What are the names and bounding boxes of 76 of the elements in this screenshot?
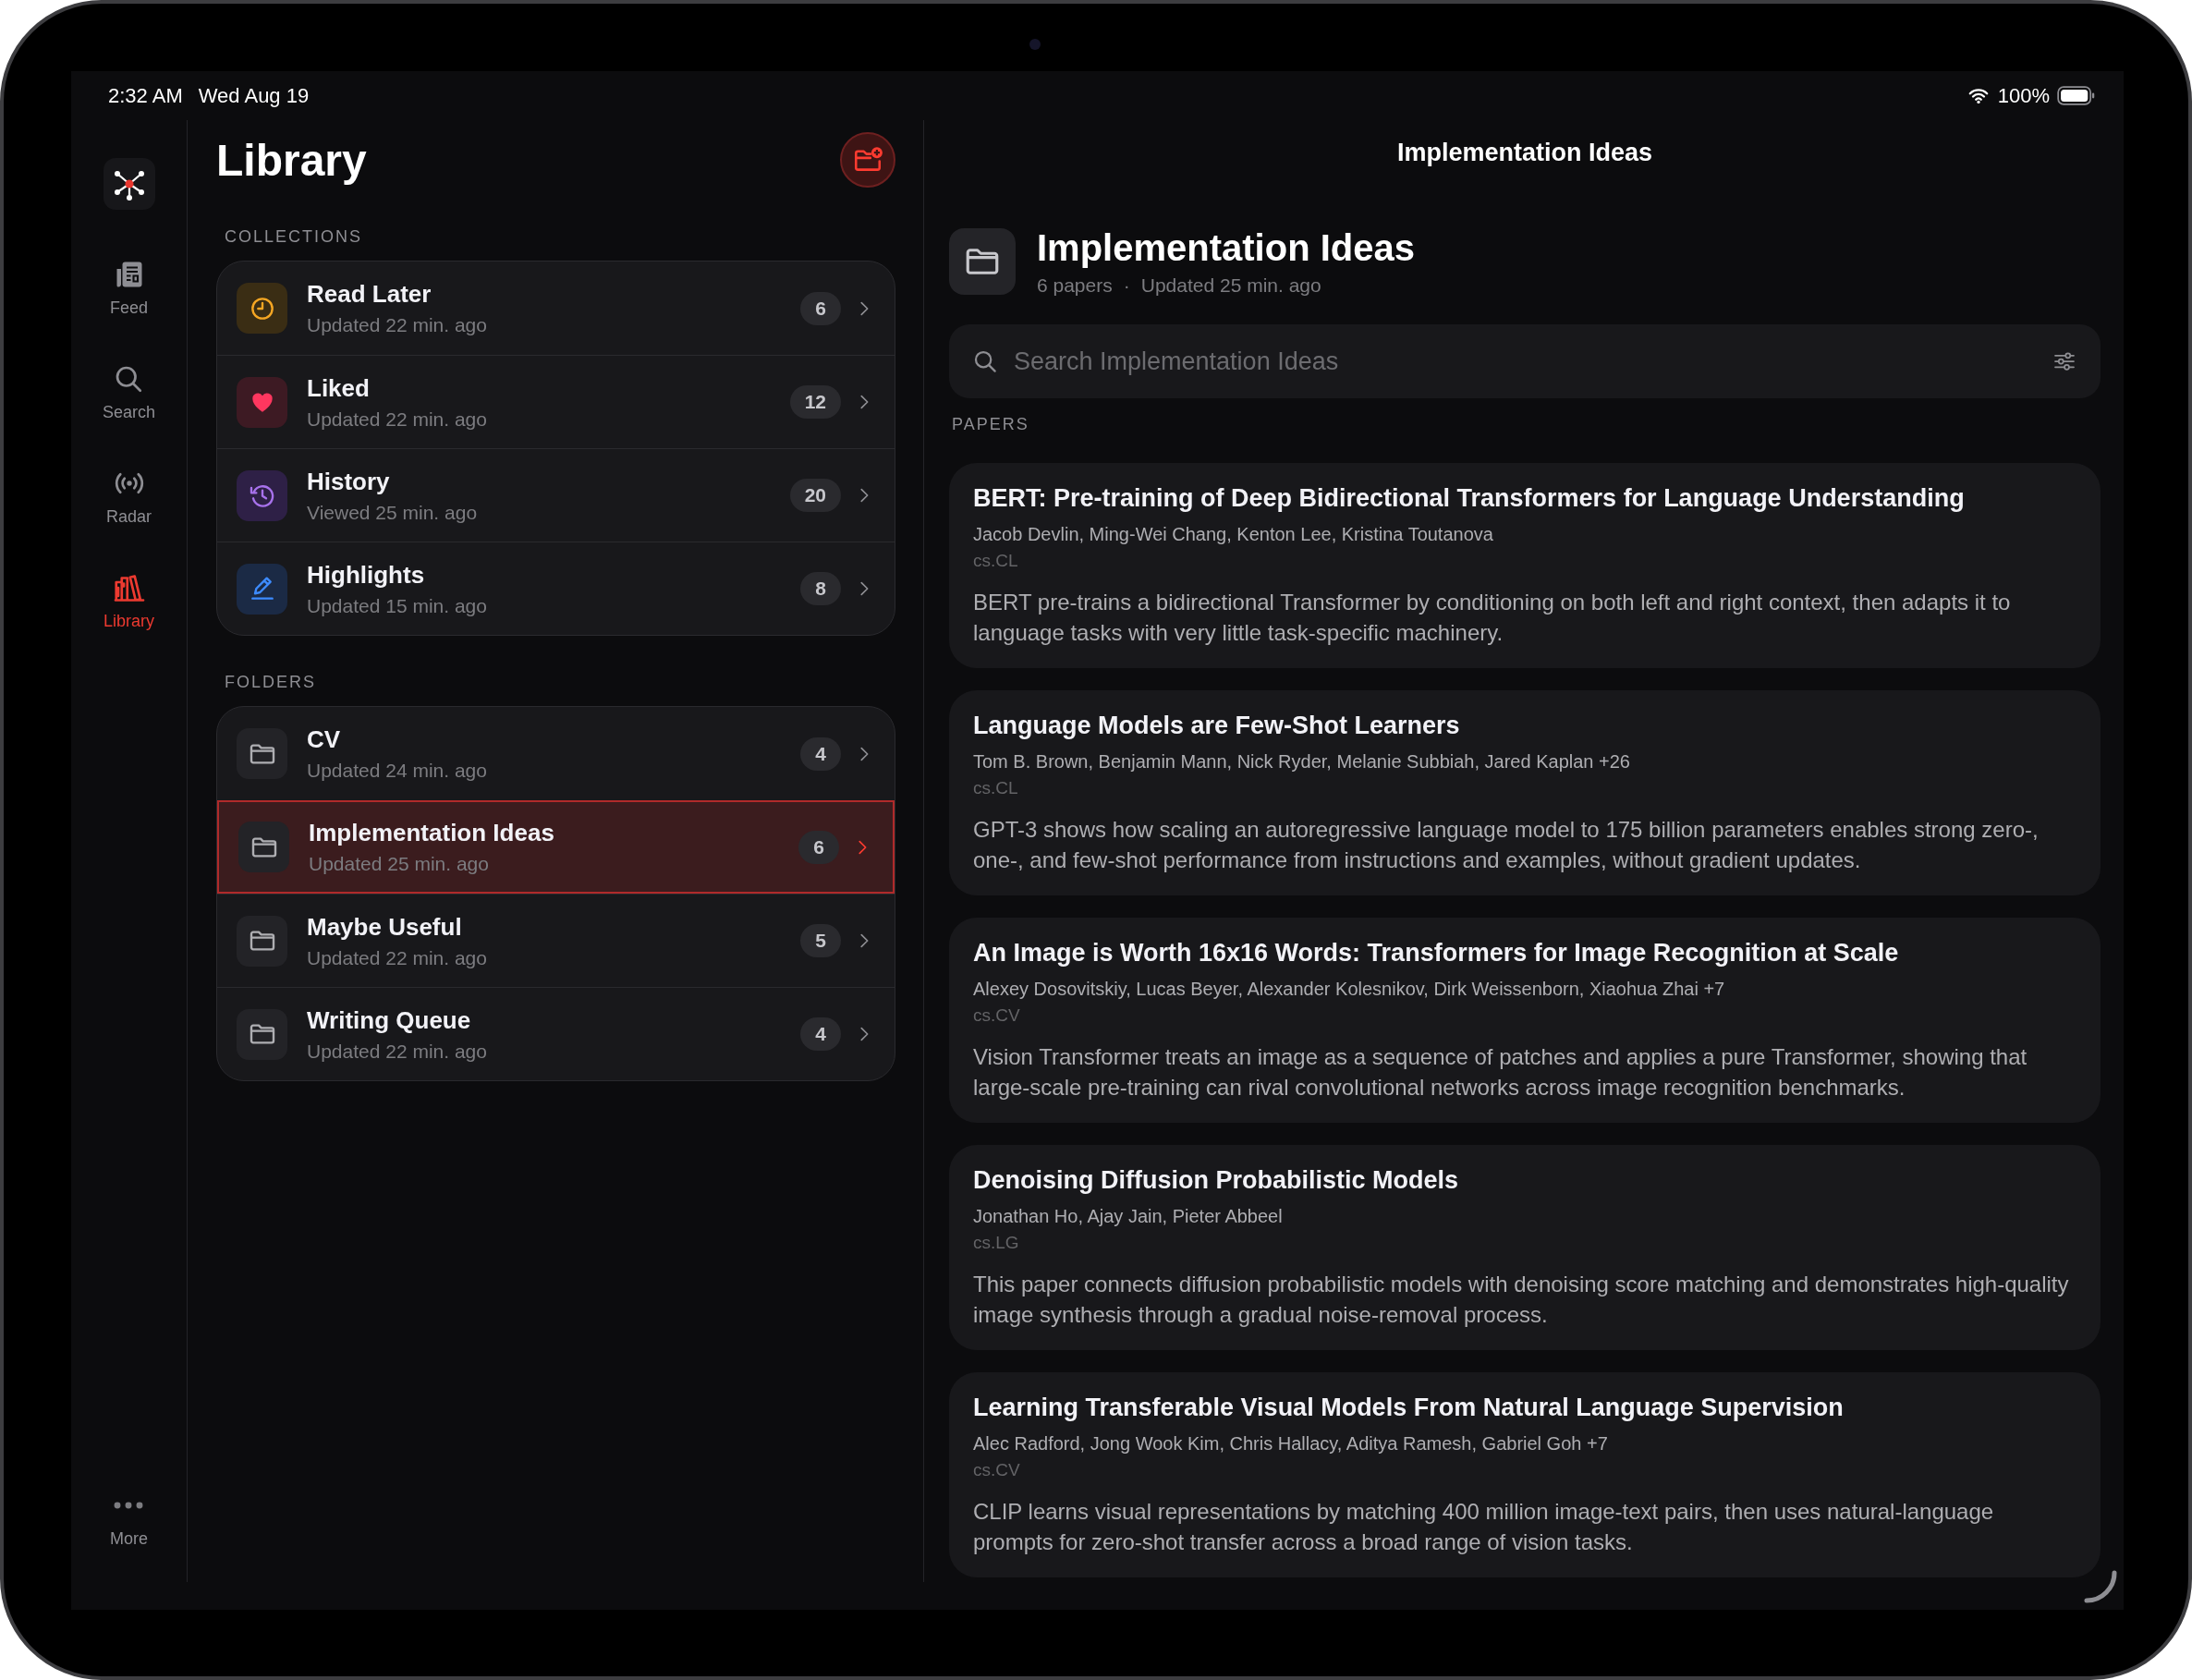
paper-authors: Tom B. Brown, Benjamin Mann, Nick Ryder, Melanie Subbiah, Jared Kaplan +26 (973, 750, 1631, 773)
paper-category: cs.CL (973, 550, 1019, 572)
paper-authors: Alec Radford, Jong Wook Kim, Chris Hallacy, Aditya Ramesh, Gabriel Goh +7 (973, 1432, 1609, 1455)
rail-tab[interactable]: Search (102, 340, 155, 444)
row-subtitle: Updated 25 min. ago (309, 853, 490, 875)
folder-title: Implementation Ideas (1037, 226, 1415, 269)
list-row[interactable]: Highlights Updated 15 min. ago 8 (217, 542, 895, 635)
new-folder-button[interactable] (840, 132, 895, 188)
row-title: Writing Queue (307, 1005, 472, 1035)
paper-title: Learning Transferable Visual Models From Natural Language Supervision (973, 1393, 1845, 1423)
rail-tab[interactable]: Radar (106, 444, 152, 549)
count-badge: 8 (800, 572, 841, 605)
paper-authors: Jonathan Ho, Ajay Jain, Pieter Abbeel (973, 1205, 1284, 1228)
more-icon (114, 1502, 144, 1509)
list-row[interactable]: History Viewed 25 min. ago 20 (217, 448, 895, 542)
count-badge: 12 (789, 385, 841, 419)
paper-abstract: Vision Transformer treats an image as a sequence of patches and applies a pure Transformer, showing that large-scale pre-training can rival convolutional networks across image recognition benchmarks. (973, 1043, 2028, 1102)
separator: · (1123, 274, 1130, 297)
row-title: History (307, 467, 391, 496)
section-header: COLLECTIONS (225, 227, 364, 246)
paper-abstract: BERT pre-trains a bidirectional Transformer by conditioning on both left and right context, then adapts it to language tasks with very little task-specific machinery. (973, 589, 2012, 647)
search-bar[interactable]: Search Implementation Ideas (949, 324, 2101, 398)
count-badge: 4 (800, 1017, 841, 1051)
paper-category: cs.LG (973, 1232, 1020, 1254)
battery-percent: 100% (1997, 83, 2050, 108)
battery-icon (2057, 86, 2096, 105)
row-title: Read Later (307, 280, 432, 309)
paper-abstract: This paper connects diffusion probabilistic models with denoising score matching and demonstrates high-quality image synthesis through a gradual noise-removal process. (973, 1271, 2070, 1329)
count-badge: 6 (798, 830, 839, 864)
paper-count: 6 papers (1037, 274, 1113, 297)
row-subtitle: Updated 22 min. ago (307, 408, 488, 431)
more-tab[interactable]: More (110, 1502, 148, 1582)
section-header: FOLDERS (225, 673, 318, 691)
list-row[interactable]: Writing Queue Updated 22 min. ago 4 (217, 987, 895, 1080)
list-row[interactable]: CV Updated 24 min. ago 4 (217, 707, 895, 800)
paper-category: cs.CL (973, 777, 1019, 799)
app-logo-icon (103, 158, 155, 210)
paper-title: Denoising Diffusion Probabilistic Models (973, 1165, 1460, 1196)
section-header: PAPERS (952, 415, 1030, 433)
paper-title: Language Models are Few-Shot Learners (973, 711, 1461, 741)
paper-title: BERT: Pre-training of Deep Bidirectional Transformers for Language Understanding (973, 483, 1966, 514)
count-badge: 4 (800, 737, 841, 771)
row-subtitle: Updated 15 min. ago (307, 594, 488, 617)
row-title: Implementation Ideas (309, 819, 555, 847)
row-subtitle: Updated 22 min. ago (307, 1040, 488, 1063)
paper-category: cs.CV (973, 1459, 1021, 1481)
list-row[interactable]: Maybe Useful Updated 22 min. ago 5 (217, 894, 895, 987)
rail-tab[interactable]: Feed (110, 236, 148, 340)
status-date: Wed Aug 19 (198, 83, 310, 108)
row-subtitle: Updated 24 min. ago (307, 760, 488, 782)
panel-title: Library (216, 134, 367, 186)
row-title: Liked (307, 373, 371, 403)
count-badge: 5 (800, 924, 841, 957)
updated-time: Updated 25 min. ago (1140, 274, 1321, 297)
paper-category: cs.CV (973, 1004, 1021, 1027)
camera-icon (1029, 39, 1041, 50)
list-row[interactable]: Liked Updated 22 min. ago 12 (217, 355, 895, 448)
list-row[interactable]: Read Later Updated 22 min. ago 6 (217, 262, 895, 355)
search-field[interactable]: Search Implementation Ideas (1012, 346, 2051, 377)
paper-abstract: CLIP learns visual representations by matching 400 million image-text pairs, then uses natural-language prompts for zero-shot transfer across a broad range of vision tasks. (973, 1498, 1995, 1556)
paper-title: An Image is Worth 16x16 Words: Transformers for Image Recognition at Scale (973, 938, 1900, 968)
paper-authors: Jacob Devlin, Ming-Wei Chang, Kenton Lee, Kristina Toutanova (973, 523, 1494, 546)
rail-tab[interactable]: Library (104, 549, 154, 653)
list-row[interactable]: Implementation Ideas Updated 25 min. ago 6 (217, 800, 895, 894)
nav-title: Implementation Ideas (1395, 138, 1654, 168)
row-subtitle: Updated 22 min. ago (307, 314, 488, 336)
row-subtitle: Updated 22 min. ago (307, 946, 488, 969)
row-title: Maybe Useful (307, 912, 463, 942)
status-time: 2:32 AM (108, 83, 183, 108)
paper-authors: Alexey Dosovitskiy, Lucas Beyer, Alexander Kolesnikov, Dirk Weissenborn, Xiaohua Zhai +7 (973, 978, 1726, 1001)
row-title: CV (307, 725, 342, 754)
count-badge: 6 (800, 291, 841, 325)
paper-abstract: GPT-3 shows how scaling an autoregressive language model to 175 billion parameters enables strong zero-, one-, and few-shot performance from instructions and examples, without gradient updates. (973, 816, 2040, 874)
row-subtitle: Viewed 25 min. ago (307, 501, 479, 524)
row-title: Highlights (307, 560, 426, 590)
count-badge: 20 (789, 479, 841, 512)
